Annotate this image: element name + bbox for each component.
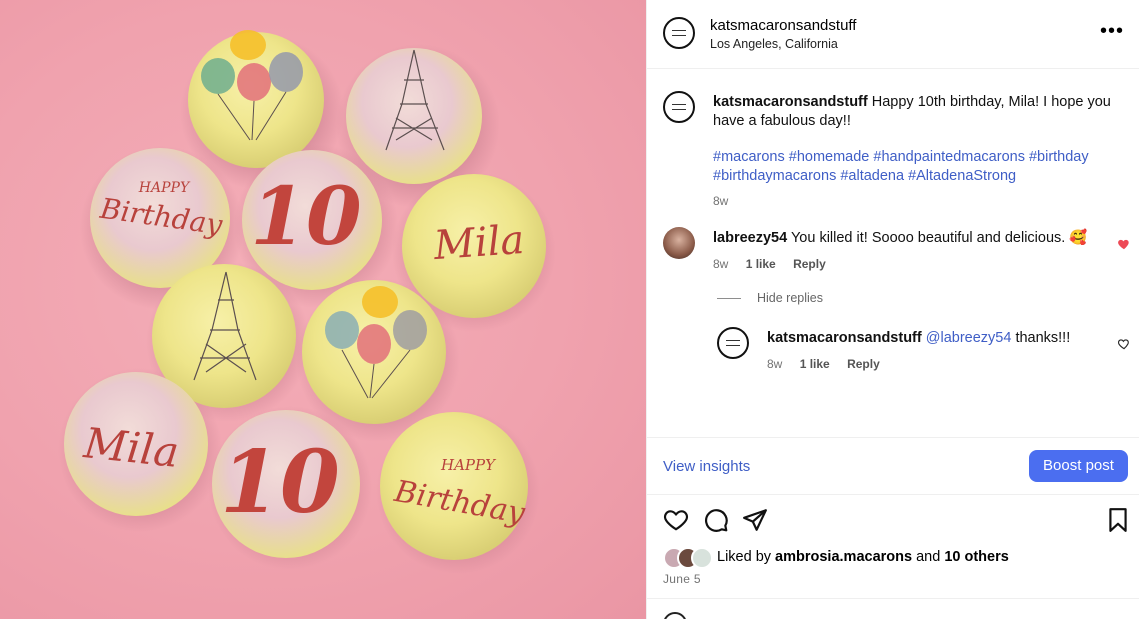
divider [647,598,1139,599]
macaron-happy-text: HAPPY [138,180,191,196]
post-date[interactable]: June 5 [663,572,701,586]
macaron-ten-text: 10 [250,169,361,263]
likes-middle: and [916,549,941,565]
reply-katsmacaronsandstuff: katsmacaronsandstuff @labreezy54 thanks!… [717,327,1137,377]
comment-reply-button[interactable]: Reply [793,257,826,271]
likes-text: Liked by ambrosia.macarons and 10 others [717,549,1009,565]
hashtags-line-1[interactable]: #macarons #homemade #handpaintedmacarons… [713,148,1131,167]
comment-labreezy54: labreezy54 You killed it! Soooo beautifu… [663,227,1133,277]
emoji-icon[interactable] [663,612,687,619]
comment-text: You killed it! Soooo beautiful and delic… [790,230,1088,246]
brand-logo-icon [672,104,686,110]
liker-avatars[interactable] [663,547,717,569]
comment-meta: 8w 1 like Reply [713,255,1113,274]
macaron-ten-center: 10 [242,150,382,290]
macaron-eiffel-top [346,48,482,184]
commenter-avatar[interactable] [663,227,695,259]
macaron-mila-text-2: Mila [81,418,182,477]
comments-section: katsmacaronsandstuff Happy 10th birthday… [647,69,1139,437]
post-location[interactable]: Los Angeles, California [710,37,838,51]
macaron-ten-bottom: 10 [212,410,360,558]
caption-author-avatar[interactable] [663,91,695,123]
reply-reply-button[interactable]: Reply [847,357,880,371]
post-side-panel: katsmacaronsandstuff Los Angeles, Califo… [646,0,1139,619]
brand-logo-icon [672,30,686,36]
macaron-mila-text: Mila [431,217,525,269]
hide-replies-button[interactable]: Hide replies [717,291,823,305]
caption-username[interactable]: katsmacaronsandstuff [713,94,868,110]
insights-bar: View insights Boost post [647,437,1139,495]
likes-prefix: Liked by [717,549,772,565]
caption: katsmacaronsandstuff Happy 10th birthday… [663,91,1133,208]
reply-author-avatar[interactable] [717,327,749,359]
brand-logo-icon [726,340,740,346]
post-photo[interactable]: HAPPY Birthday 10 Mila Mila 10 HAPPY Bir… [0,0,646,619]
macaron-mila-bottom: Mila [64,372,208,516]
author-avatar[interactable] [663,17,695,49]
caption-body: katsmacaronsandstuff Happy 10th birthday… [713,93,1131,211]
macaron-ten-text-2: 10 [220,432,340,533]
caption-hashtags: #macarons #homemade #handpaintedmacarons… [713,148,1131,186]
likes-others[interactable]: 10 others [944,549,1008,565]
post-actions [647,495,1139,543]
save-bookmark-icon[interactable] [1105,507,1131,533]
reply-meta: 8w 1 like Reply [767,355,1107,374]
macarons-illustration: HAPPY Birthday 10 Mila Mila 10 HAPPY Bir… [58,30,556,574]
caption-time[interactable]: 8w [713,194,728,208]
reply-username[interactable]: katsmacaronsandstuff [767,330,922,346]
comment-likes[interactable]: 1 like [746,257,776,271]
author-username[interactable]: katsmacaronsandstuff [710,17,856,34]
macaron-balloons-middle [302,280,446,424]
macaron-mila-right: Mila [402,174,546,318]
comment-username[interactable]: labreezy54 [713,230,787,246]
more-horizontal-icon[interactable]: ••• [1100,21,1124,41]
heart-outline-icon[interactable] [1117,337,1131,351]
view-insights-link[interactable]: View insights [663,458,750,475]
share-send-icon[interactable] [742,507,768,533]
like-heart-icon[interactable] [663,507,689,533]
comment-time[interactable]: 8w [713,257,728,271]
reply-body: katsmacaronsandstuff @labreezy54 thanks!… [767,329,1107,374]
macaron-birthday-bottom: HAPPY Birthday [380,412,528,560]
liker-avatar [691,547,713,569]
boost-post-button[interactable]: Boost post [1029,450,1128,482]
macaron-happy-text-2: HAPPY [440,456,497,474]
hashtags-line-2[interactable]: #birthdaymacarons #altadena #AltadenaStr… [713,167,1131,186]
likes-summary: Liked by ambrosia.macarons and 10 others [663,547,1123,569]
liked-heart-icon[interactable] [1117,237,1131,251]
post-header: katsmacaronsandstuff Los Angeles, Califo… [647,0,1139,69]
comment-body: labreezy54 You killed it! Soooo beautifu… [713,229,1113,274]
reply-text: thanks!!! [1015,330,1071,346]
comment-icon[interactable] [703,507,729,533]
likes-user[interactable]: ambrosia.macarons [775,549,912,565]
reply-time[interactable]: 8w [767,357,782,371]
reply-likes[interactable]: 1 like [800,357,830,371]
reply-mention[interactable]: @labreezy54 [926,330,1012,346]
caption-meta: 8w [713,192,1131,211]
